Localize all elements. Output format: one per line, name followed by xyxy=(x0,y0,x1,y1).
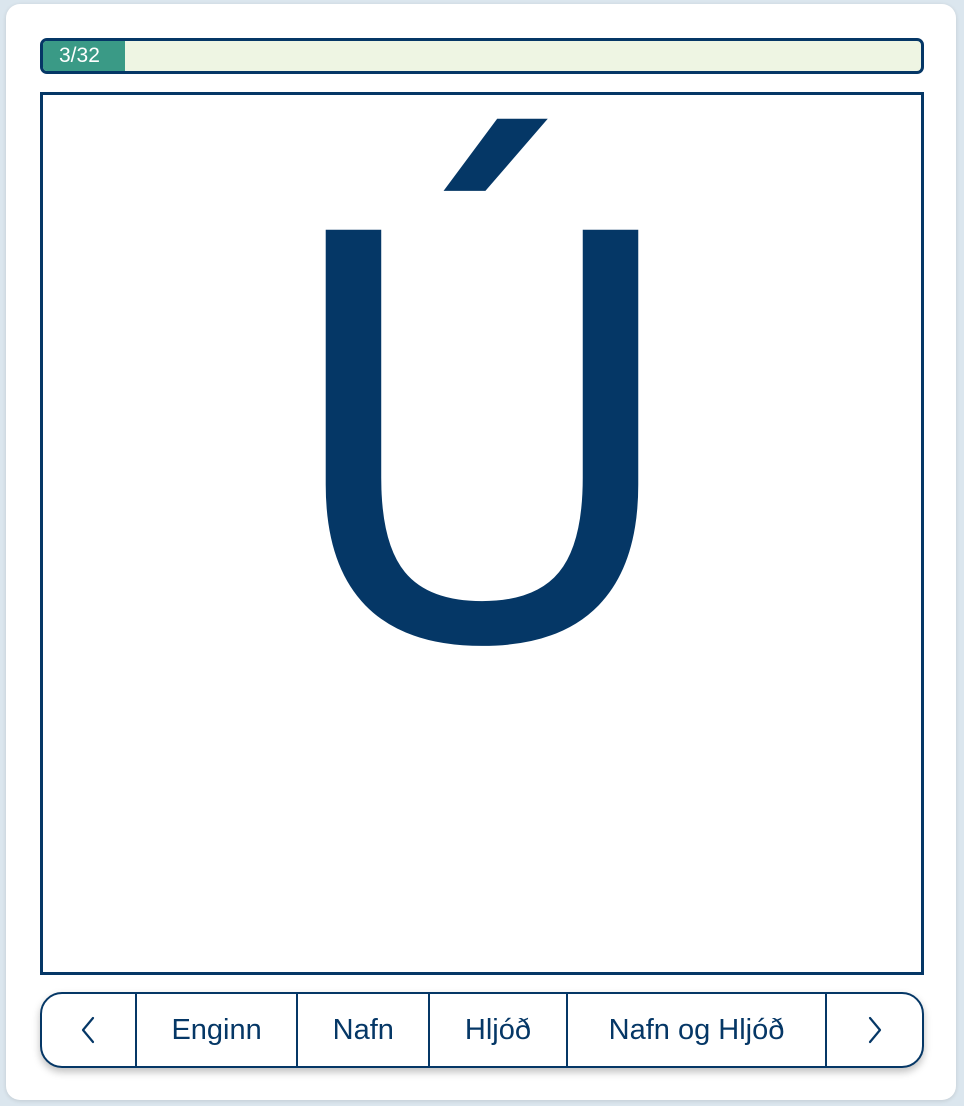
letter-card[interactable]: Ú xyxy=(40,92,924,975)
chevron-left-icon xyxy=(82,1016,95,1044)
chevron-right-icon xyxy=(868,1016,881,1044)
option-none-button[interactable]: Enginn xyxy=(137,994,299,1066)
letter-display: Ú xyxy=(277,119,687,771)
control-bar: Enginn Nafn Hljóð Nafn og Hljóð xyxy=(40,992,924,1068)
option-name-and-sound-button[interactable]: Nafn og Hljóð xyxy=(568,994,828,1066)
previous-button[interactable] xyxy=(42,994,137,1066)
progress-label: 3/32 xyxy=(59,44,100,67)
option-sound-button[interactable]: Hljóð xyxy=(430,994,568,1066)
flashcard-panel: 3/32 Ú Enginn Nafn Hljóð Nafn og Hljóð xyxy=(6,4,956,1100)
next-button[interactable] xyxy=(827,994,922,1066)
option-name-button[interactable]: Nafn xyxy=(298,994,431,1066)
progress-bar: 3/32 xyxy=(40,38,924,74)
